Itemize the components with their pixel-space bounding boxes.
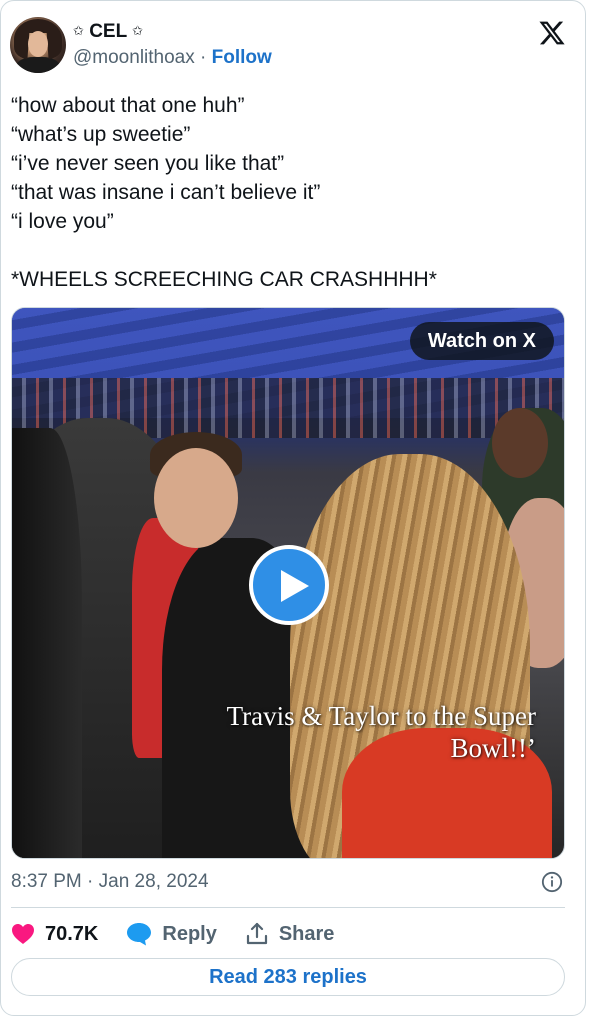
video-man-face [154,448,238,548]
x-logo-icon[interactable] [538,19,566,47]
video-person-right-face [492,408,548,478]
video-player[interactable]: Watch on X Travis & Taylor to the Super … [11,307,565,859]
author-display-name[interactable]: CEL [89,21,127,42]
share-button[interactable]: Share [245,922,335,946]
tweet-closing-line: *WHEELS SCREECHING CAR CRASHHHH* [11,268,437,291]
share-label: Share [278,922,335,945]
tweet-line: “how about that one huh” [11,94,245,117]
tweet-text: “how about that one huh” “what’s up swee… [11,91,571,294]
video-shadow-left [12,428,82,858]
tweet-line: “what’s up sweetie” [11,123,191,146]
avatar-face [28,31,48,57]
reply-button[interactable]: Reply [126,922,217,946]
reply-label: Reply [162,922,217,945]
video-caption-line: Bowl!!’ [450,733,536,763]
heart-icon [12,924,34,944]
info-icon[interactable] [541,871,563,893]
read-replies-button[interactable]: Read 283 replies [11,958,565,996]
author-avatar[interactable] [10,17,66,73]
follow-button[interactable]: Follow [212,47,272,68]
share-icon [246,922,267,945]
tweet-line: “that was insane i can’t believe it” [11,181,321,204]
avatar-body [16,57,60,73]
tweet-timestamp[interactable]: 8:37 PM · Jan 28, 2024 [11,871,209,893]
like-button[interactable]: 70.7K [11,923,98,946]
video-caption: Travis & Taylor to the Super Bowl!!’ [96,700,536,764]
tweet-line: “i’ve never seen you like that” [11,152,285,175]
play-button[interactable] [249,545,329,625]
author-handle[interactable]: @moonlithoax [73,47,195,68]
watch-on-x-button[interactable]: Watch on X [409,322,554,360]
star-icon-right: ✩ [132,23,144,38]
play-icon [281,570,309,602]
action-bar: 70.7K Reply Share [11,919,362,949]
handle-separator: · [200,47,207,68]
tweet-line-gap [11,236,571,265]
author-name-row[interactable]: ✩ CEL ✩ [73,21,143,43]
like-count: 70.7K [45,922,99,945]
tweet-card: ✩ CEL ✩ @moonlithoax · Follow “how about… [0,0,586,1016]
tweet-line: “i love you” [11,210,114,233]
reply-bubble-icon [127,923,152,946]
star-icon-left: ✩ [73,23,84,38]
divider [11,907,565,908]
video-caption-line: Travis & Taylor to the Super [226,701,536,731]
author-handle-row: @moonlithoax · Follow [73,47,272,69]
